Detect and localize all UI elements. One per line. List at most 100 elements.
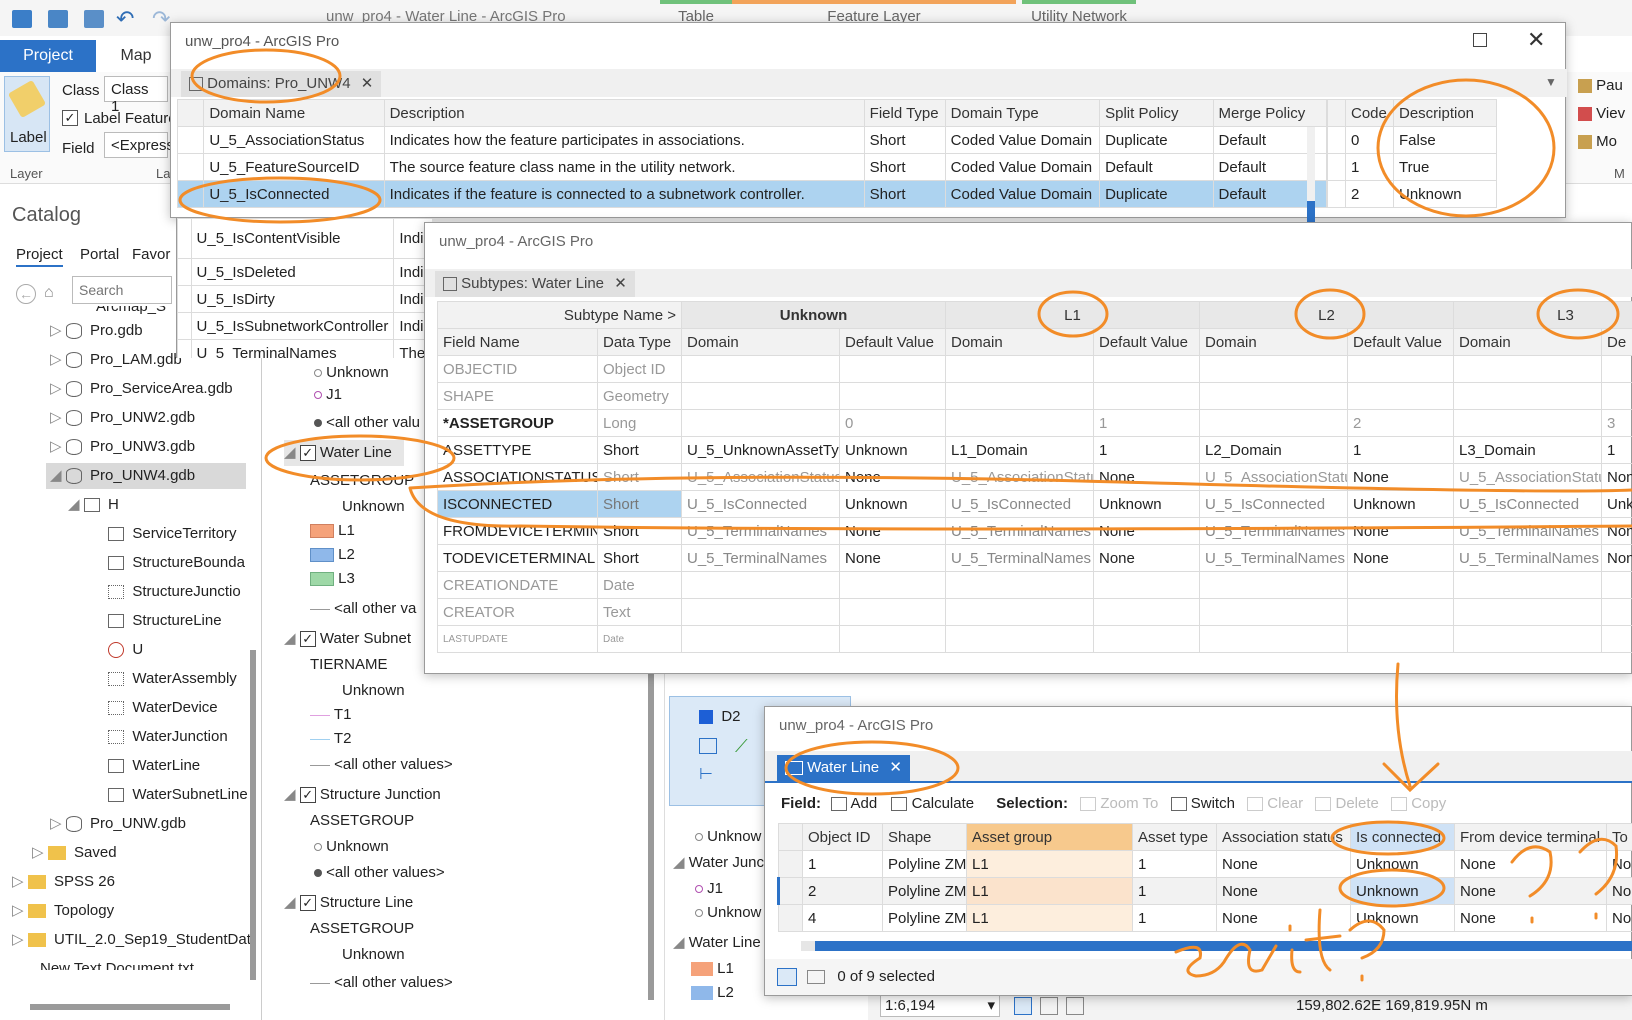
ribbon-tab-project[interactable]: Project bbox=[0, 40, 96, 72]
attr-hscrollbar[interactable] bbox=[801, 941, 1632, 951]
col-default-value[interactable]: Default Value bbox=[1093, 328, 1200, 356]
catalog-item-watersubnetline[interactable]: WaterSubnetLine bbox=[108, 782, 248, 808]
table-row[interactable]: ASSETTYPE Short U_5_UnknownAssetType Unknow… bbox=[437, 436, 1632, 464]
catalog-item-u[interactable]: U bbox=[108, 637, 143, 663]
subtype-unknown-header[interactable]: Unknown bbox=[681, 301, 946, 329]
table-row[interactable]: U_5_IsContentVisible Indic bbox=[177, 218, 432, 259]
ribbon-tab-map[interactable]: Map bbox=[104, 40, 168, 72]
switch-selection-button[interactable]: Switch bbox=[1170, 795, 1235, 812]
catalog-item-serviceterritory[interactable]: ServiceTerritory bbox=[108, 521, 237, 547]
col-merge-policy[interactable]: Merge Policy bbox=[1212, 99, 1328, 127]
col-object-id[interactable]: Object ID bbox=[802, 823, 883, 851]
tab-domains[interactable]: Domains: Pro_UNW4 ✕ bbox=[181, 71, 382, 97]
split-tool-icon[interactable]: ⊢ bbox=[699, 764, 713, 784]
catalog-tab-project[interactable]: Project bbox=[16, 246, 63, 267]
catalog-item-spss[interactable]: ▷ SPSS 26 bbox=[12, 869, 115, 895]
layer-structure-junction[interactable]: ◢ ✓ Structure Junction bbox=[284, 782, 441, 808]
col-domain[interactable]: Domain bbox=[1453, 328, 1602, 356]
catalog-item-structurejunction[interactable]: StructureJunctio bbox=[108, 579, 241, 605]
clear-selection-button[interactable]: Clear bbox=[1247, 795, 1303, 812]
layer-structure-line[interactable]: ◢ ✓ Structure Line bbox=[284, 890, 413, 916]
layer-water-line-2[interactable]: ◢ Water Line bbox=[673, 930, 761, 956]
tab-dropdown-icon[interactable]: ▼ bbox=[1545, 75, 1557, 89]
table-row[interactable]: SHAPE Geometry bbox=[437, 382, 1632, 410]
redo-icon[interactable]: ↷ bbox=[152, 6, 170, 32]
catalog-item-waterline[interactable]: WaterLine bbox=[108, 753, 200, 779]
col-domain-name[interactable]: Domain Name bbox=[203, 99, 385, 127]
table-row[interactable]: 0 False bbox=[1327, 126, 1497, 154]
col-association-status[interactable]: Association status bbox=[1216, 823, 1351, 851]
col-to-device-terminal[interactable]: To bbox=[1606, 823, 1632, 851]
table-row[interactable]: ASSOCIATIONSTATUS Short U_5_AssociationSta… bbox=[437, 463, 1632, 491]
legend-d2[interactable]: D2 bbox=[699, 704, 741, 730]
col-asset-type[interactable]: Asset type bbox=[1132, 823, 1217, 851]
open-project-icon[interactable] bbox=[48, 10, 68, 28]
table-row[interactable]: U_5_AssociationStatus Indicates how the f… bbox=[176, 126, 1328, 154]
catalog-item-pro-unw[interactable]: ▷ Pro_UNW.gdb bbox=[50, 811, 186, 837]
table-row[interactable]: U_5_IsSubnetworkController Indic bbox=[177, 312, 432, 340]
catalog-tab-favorites[interactable]: Favor bbox=[132, 246, 170, 263]
col-domain-type[interactable]: Domain Type bbox=[944, 99, 1101, 127]
table-row-active[interactable]: 2 Polyline ZM L1 1 None Unknown None No bbox=[777, 877, 1632, 905]
catalog-item-waterjunction[interactable]: WaterJunction bbox=[108, 724, 228, 750]
col-description[interactable]: Description bbox=[383, 99, 865, 127]
view-button[interactable]: Viev bbox=[1578, 100, 1632, 128]
layer-water-junction[interactable]: ◢ Water Junc bbox=[673, 850, 764, 876]
checkbox-icon[interactable]: ✓ bbox=[299, 787, 316, 804]
label-features-checkbox[interactable]: ✓ bbox=[62, 110, 78, 126]
table-row[interactable]: TODEVICETERMINAL Short U_5_TerminalNames No… bbox=[437, 544, 1632, 572]
col-field-name[interactable]: Field Name bbox=[437, 328, 598, 356]
pause-button[interactable]: Pau bbox=[1578, 72, 1632, 100]
table-row[interactable]: U_5_IsDeleted Indic bbox=[177, 258, 432, 286]
col-default-value[interactable]: Default Value bbox=[1347, 328, 1454, 356]
tab-close-icon[interactable]: ✕ bbox=[614, 275, 627, 292]
undo-icon[interactable]: ↶ bbox=[116, 6, 134, 32]
col-default-value[interactable]: De bbox=[1601, 328, 1632, 356]
table-row[interactable]: U_5_FeatureSourceID The source feature cl… bbox=[176, 153, 1328, 181]
table-row[interactable]: 4 Polyline ZM L1 1 None Unknown None No bbox=[778, 904, 1632, 932]
catalog-item-pro-unw2[interactable]: ▷ Pro_UNW2.gdb bbox=[50, 405, 195, 431]
catalog-item-pro-unw4[interactable]: ◢ Pro_UNW4.gdb bbox=[46, 463, 246, 489]
col-split-policy[interactable]: Split Policy bbox=[1099, 99, 1214, 127]
catalog-item-newtext[interactable]: New Text Document.txt bbox=[40, 956, 194, 970]
col-field-type[interactable]: Field Type bbox=[863, 99, 946, 127]
catalog-item-pro-servicearea[interactable]: ▷ Pro_ServiceArea.gdb bbox=[50, 376, 233, 402]
selected-view-icon[interactable] bbox=[807, 970, 826, 985]
table-row[interactable]: FROMDEVICETERMINALShortU_5_TerminalNames… bbox=[437, 517, 1632, 545]
close-icon[interactable]: ✕ bbox=[1527, 27, 1545, 53]
more-button[interactable]: Mo bbox=[1578, 128, 1632, 156]
class-select[interactable]: Class 1 bbox=[104, 76, 168, 115]
table-row[interactable]: CREATIONDATE Date bbox=[437, 571, 1632, 599]
checkbox-icon[interactable]: ✓ bbox=[299, 445, 316, 462]
table-row[interactable]: 1 Polyline ZM L1 1 None Unknown None No bbox=[778, 850, 1632, 878]
subtype-l2-header[interactable]: L2 bbox=[1199, 301, 1454, 329]
new-project-icon[interactable] bbox=[12, 10, 32, 28]
catalog-item-structureline[interactable]: StructureLine bbox=[108, 608, 222, 634]
contents-scrollbar[interactable] bbox=[648, 650, 654, 1000]
table-row[interactable]: U_5_TerminalNames The bbox=[177, 339, 432, 358]
col-from-device-terminal[interactable]: From device terminal bbox=[1454, 823, 1607, 851]
tab-close-icon[interactable]: ✕ bbox=[889, 759, 902, 776]
field-expression-input[interactable]: <Express bbox=[104, 132, 174, 158]
checkbox-icon[interactable]: ✓ bbox=[299, 895, 316, 912]
subtype-l3-header[interactable]: L3 bbox=[1453, 301, 1632, 329]
vertex-tool-icon[interactable]: ⟋ bbox=[735, 736, 748, 757]
catalog-item-waterassembly[interactable]: WaterAssembly bbox=[108, 666, 237, 692]
symbol-tool-icon[interactable] bbox=[699, 738, 717, 754]
col-domain[interactable]: Domain bbox=[1199, 328, 1348, 356]
domains-vscroll[interactable] bbox=[1307, 127, 1315, 229]
is-connected-cell[interactable]: Unknown bbox=[1350, 877, 1455, 905]
catalog-item-pro-gdb[interactable]: ▷ Pro.gdb bbox=[50, 318, 143, 344]
col-shape[interactable]: Shape bbox=[882, 823, 967, 851]
catalog-search-input[interactable] bbox=[72, 276, 172, 304]
map-scale-select[interactable]: 1:6,194 ▾ bbox=[880, 995, 1000, 1017]
layer-water-subnet[interactable]: ◢ ✓ Water Subnet bbox=[284, 626, 411, 652]
catalog-item-topology[interactable]: ▷ Topology bbox=[12, 898, 114, 924]
col-default-value[interactable]: Default Value bbox=[839, 328, 946, 356]
table-row[interactable]: LASTUPDATE Date bbox=[437, 625, 1632, 653]
table-row[interactable]: U_5_IsDirty Indic bbox=[177, 285, 432, 313]
table-row[interactable]: 2 Unknown bbox=[1327, 180, 1497, 208]
label-button[interactable]: Label bbox=[4, 76, 50, 152]
subtype-l1-header[interactable]: L1 bbox=[945, 301, 1200, 329]
col-domain[interactable]: Domain bbox=[945, 328, 1094, 356]
